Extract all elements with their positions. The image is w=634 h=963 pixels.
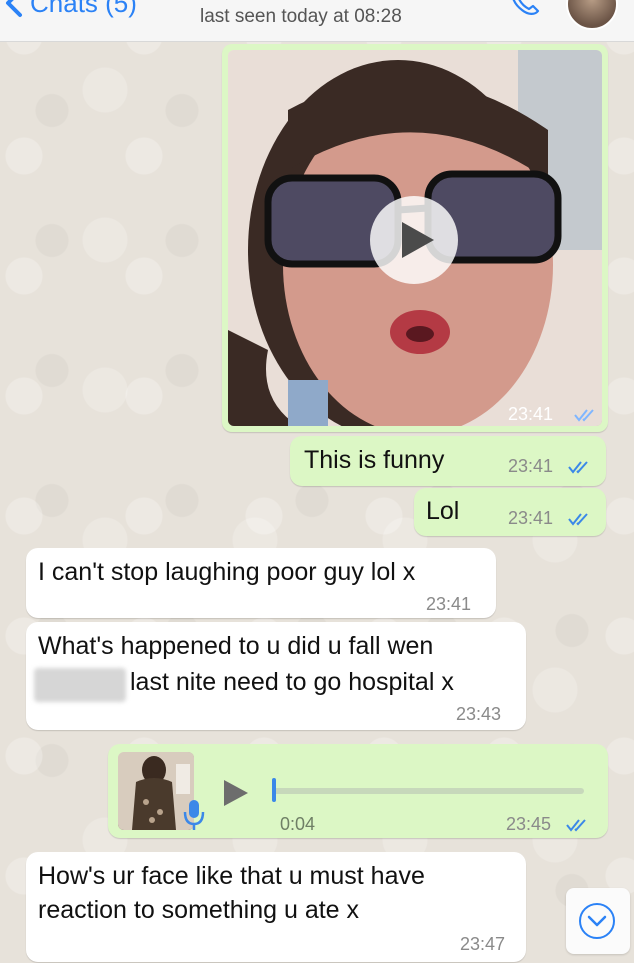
chevron-down-icon <box>579 903 615 939</box>
back-button[interactable]: Chats (5) <box>4 0 137 20</box>
chat-header: Chats (5) last seen today at 08:28 <box>0 0 634 42</box>
message-text: I can't stop laughing poor guy lol x <box>38 558 416 586</box>
message-timestamp: 23:41 <box>508 456 554 476</box>
chevron-left-icon <box>6 0 22 17</box>
message-timestamp: 23:41 <box>508 508 554 528</box>
read-ticks-icon <box>568 513 588 526</box>
back-label: Chats (5) <box>30 0 137 18</box>
redacted-text <box>34 668 126 702</box>
voice-duration: 0:04 <box>280 814 316 834</box>
read-ticks-icon <box>568 461 588 474</box>
message-text-line2: last nite need to go hospital x <box>130 668 454 696</box>
message-timestamp: 23:45 <box>506 814 552 834</box>
message-text-line1: What's happened to u did u fall wen <box>38 632 434 660</box>
video-timestamp: 23:41 <box>508 404 554 424</box>
voice-progress-knob[interactable] <box>272 778 276 802</box>
play-icon[interactable] <box>222 778 250 808</box>
message-text-line2: reaction to something u ate x <box>38 896 360 924</box>
incoming-message-bubble[interactable]: I can't stop laughing poor guy lol x 23:… <box>26 548 496 618</box>
mic-icon <box>183 800 205 830</box>
last-seen-status: last seen today at 08:28 <box>200 6 402 27</box>
outgoing-message-bubble[interactable]: This is funny 23:41 <box>290 436 606 486</box>
read-ticks-icon <box>574 409 594 422</box>
message-timestamp: 23:47 <box>460 934 506 954</box>
voice-progress-track[interactable] <box>272 788 584 794</box>
play-icon <box>402 222 434 258</box>
incoming-message-bubble[interactable]: How's ur face like that u must have reac… <box>26 852 526 962</box>
video-play-button[interactable] <box>370 196 458 284</box>
read-ticks-icon <box>566 819 586 832</box>
scroll-to-bottom-button[interactable] <box>566 888 630 954</box>
message-text-line1: How's ur face like that u must have <box>38 862 425 890</box>
outgoing-message-bubble[interactable]: Lol 23:41 <box>414 488 606 536</box>
phone-icon[interactable] <box>508 0 542 16</box>
contact-avatar[interactable] <box>566 0 618 30</box>
message-timestamp: 23:41 <box>426 594 472 614</box>
message-text: Lol <box>426 497 460 525</box>
message-text: This is funny <box>304 446 445 474</box>
message-timestamp: 23:43 <box>456 704 502 724</box>
